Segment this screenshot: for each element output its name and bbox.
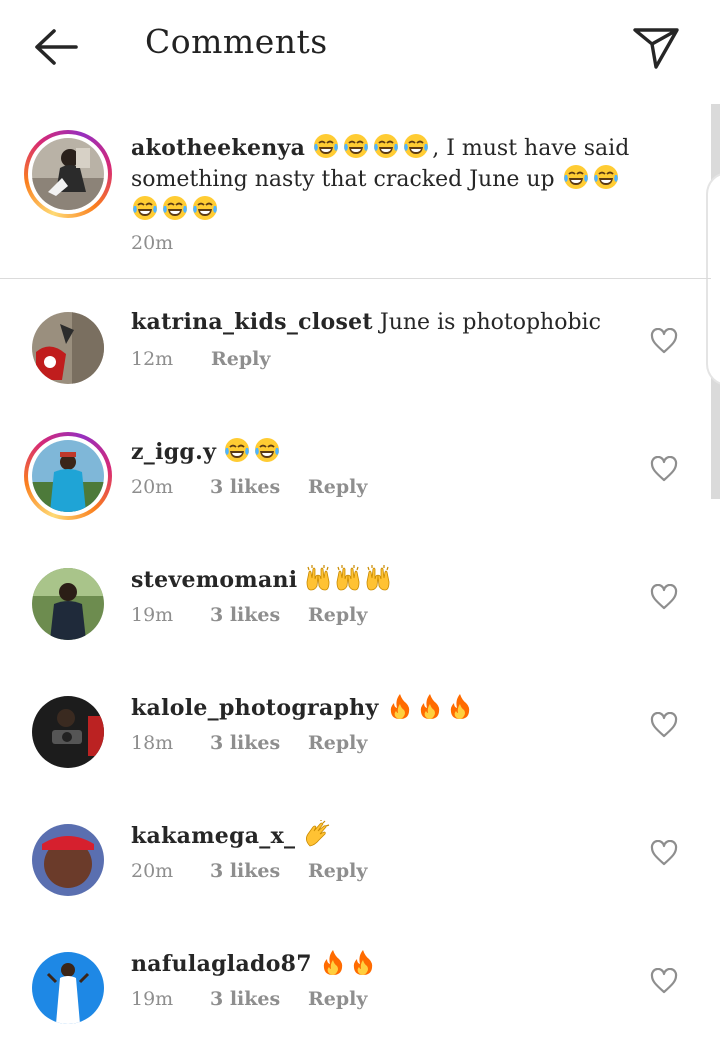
likes-count[interactable]: 3 likes <box>210 732 280 754</box>
comment-item: z_igg.y 20m 3 likes Reply <box>0 408 711 536</box>
heart-icon[interactable] <box>650 968 678 994</box>
comment-text: nafulaglado87 <box>131 948 379 979</box>
comment-text: z_igg.y <box>131 436 283 467</box>
likes-count[interactable]: 3 likes <box>210 476 280 498</box>
avatar[interactable] <box>32 952 104 1024</box>
comment-body <box>312 952 319 977</box>
story-ring <box>24 130 112 218</box>
laughing-tears-emoji <box>312 132 340 160</box>
comment-username[interactable]: nafulaglado87 <box>131 951 312 977</box>
comment-body: June is photophobic <box>372 310 601 335</box>
raising-hands-emoji <box>364 564 392 592</box>
comment-time: 18m <box>131 732 174 754</box>
raising-hands-emoji <box>304 564 332 592</box>
comment-item: nafulaglado87 19m 3 likes Reply <box>0 920 711 1048</box>
share-button[interactable] <box>630 24 682 72</box>
caption-time: 20m <box>131 232 174 254</box>
laughing-tears-emoji <box>592 163 620 191</box>
reply-button[interactable]: Reply <box>211 348 270 370</box>
laughing-tears-emoji <box>253 436 281 464</box>
laughing-tears-emoji <box>342 132 370 160</box>
avatar[interactable] <box>32 696 104 768</box>
likes-count[interactable]: 3 likes <box>210 988 280 1010</box>
reply-button[interactable]: Reply <box>308 604 367 626</box>
caption-text: akotheekenya , I must have said somethin… <box>131 132 651 225</box>
comment-username[interactable]: kalole_photography <box>131 695 379 721</box>
caption-avatar[interactable] <box>24 130 112 218</box>
top-bar: Comments <box>0 0 720 95</box>
avatar[interactable] <box>24 432 112 520</box>
comment-text: katrina_kids_closet June is photophobic <box>131 308 601 337</box>
post-caption: akotheekenya , I must have said somethin… <box>0 108 711 279</box>
laughing-tears-emoji <box>131 194 159 222</box>
comment-text: stevemomani <box>131 564 394 595</box>
fire-emoji <box>386 692 414 720</box>
reply-button[interactable]: Reply <box>308 860 367 882</box>
raising-hands-emoji <box>334 564 362 592</box>
avatar[interactable] <box>32 824 104 896</box>
comment-username[interactable]: katrina_kids_closet <box>131 309 373 335</box>
comment-time: 20m <box>131 860 174 882</box>
comment-item: kakamega_x_ 20m 3 likes Reply <box>0 792 711 920</box>
comment-username[interactable]: z_igg.y <box>131 439 216 465</box>
comment-text: kalole_photography <box>131 692 476 723</box>
caption-username[interactable]: akotheekenya <box>131 135 305 161</box>
comment-body <box>216 440 223 465</box>
back-button[interactable] <box>30 24 82 70</box>
reply-button[interactable]: Reply <box>308 732 367 754</box>
comment-body <box>379 696 386 721</box>
comment-body <box>295 824 302 849</box>
heart-icon[interactable] <box>650 328 678 354</box>
comment-item: kalole_photography 18m 3 likes Reply <box>0 664 711 792</box>
page-title: Comments <box>145 22 328 61</box>
fire-emoji <box>319 948 347 976</box>
reply-button[interactable]: Reply <box>308 476 367 498</box>
comment-item: stevemomani 19m 3 likes Reply <box>0 536 711 664</box>
comment-username[interactable]: kakamega_x_ <box>131 823 295 849</box>
heart-icon[interactable] <box>650 712 678 738</box>
paper-plane-icon <box>633 28 679 69</box>
heart-icon[interactable] <box>650 456 678 482</box>
laughing-tears-emoji <box>191 194 219 222</box>
comment-time: 19m <box>131 604 174 626</box>
reply-button[interactable]: Reply <box>308 988 367 1010</box>
story-ring <box>24 432 112 520</box>
comment-item: katrina_kids_closet June is photophobic … <box>0 280 711 408</box>
comment-time: 19m <box>131 988 174 1010</box>
fire-emoji <box>416 692 444 720</box>
arrow-left-icon <box>35 29 78 65</box>
comment-body <box>297 568 304 593</box>
laughing-tears-emoji <box>402 132 430 160</box>
avatar[interactable] <box>32 312 104 384</box>
comment-text: kakamega_x_ <box>131 820 332 851</box>
fire-emoji <box>349 948 377 976</box>
avatar[interactable] <box>32 568 104 640</box>
likes-count[interactable]: 3 likes <box>210 604 280 626</box>
laughing-tears-emoji <box>372 132 400 160</box>
comment-time: 20m <box>131 476 174 498</box>
laughing-tears-emoji <box>562 163 590 191</box>
heart-icon[interactable] <box>650 584 678 610</box>
heart-icon[interactable] <box>650 840 678 866</box>
fire-emoji <box>446 692 474 720</box>
laughing-tears-emoji <box>161 194 189 222</box>
comment-time: 12m <box>131 348 174 370</box>
likes-count[interactable]: 3 likes <box>210 860 280 882</box>
comment-username[interactable]: stevemomani <box>131 567 297 593</box>
laughing-tears-emoji <box>223 436 251 464</box>
clapping-hands-emoji <box>302 820 330 848</box>
